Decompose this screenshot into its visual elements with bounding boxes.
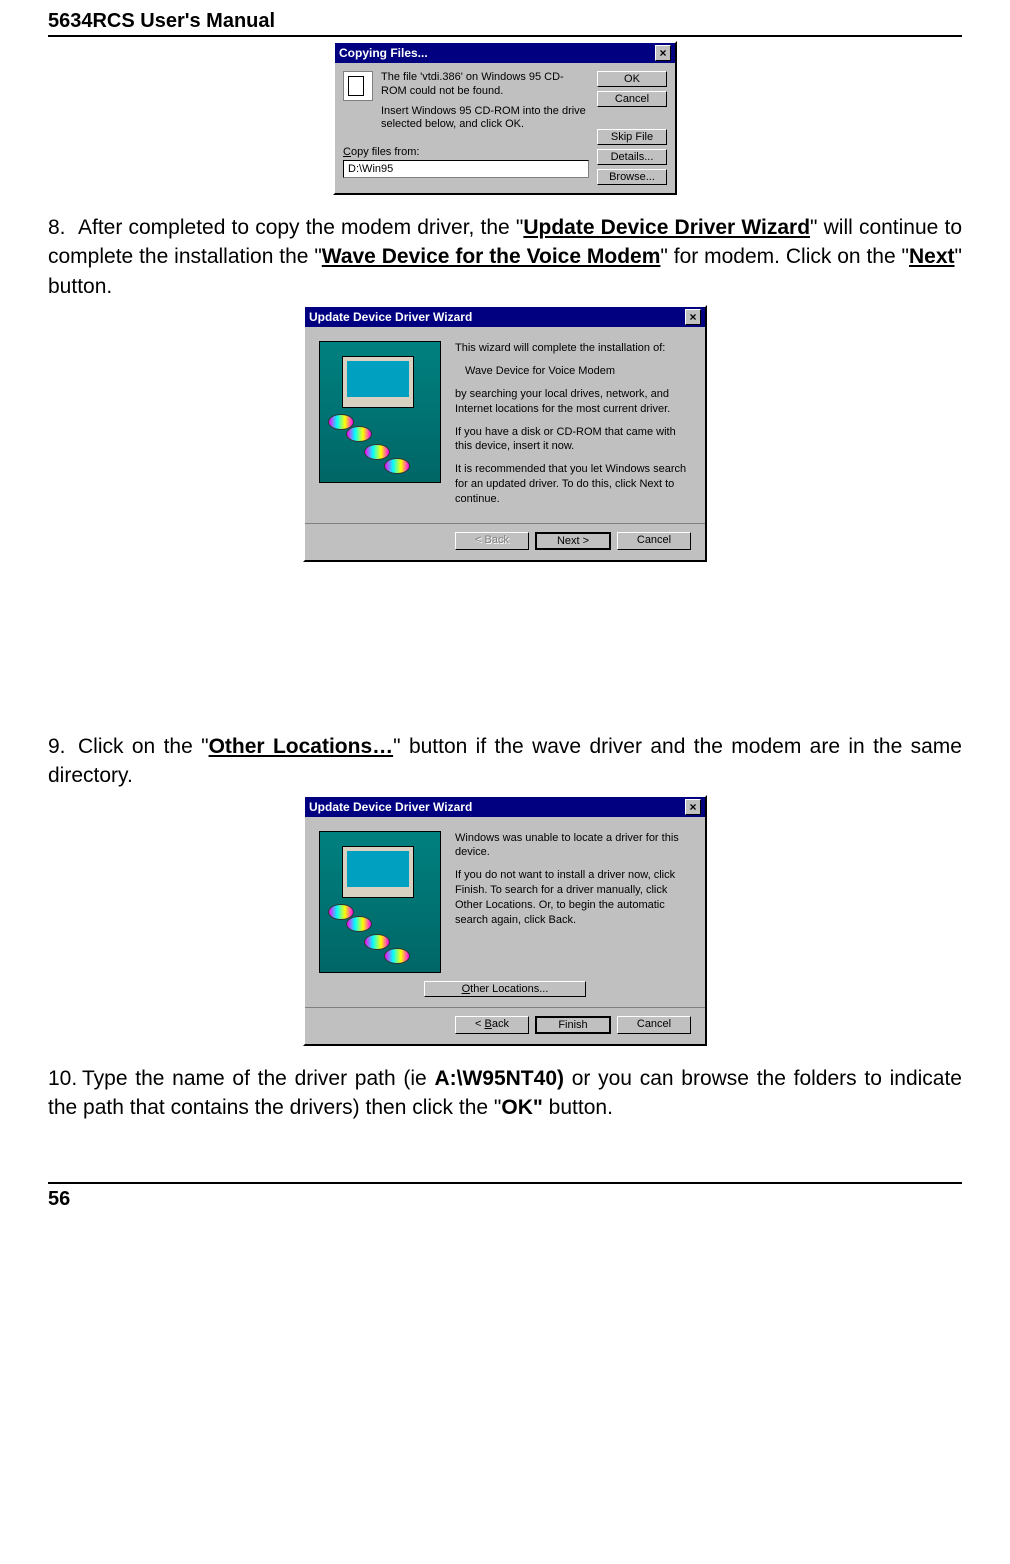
step10-c: button. bbox=[543, 1096, 613, 1119]
step9-bold1: Other Locations… bbox=[209, 735, 394, 758]
details-button[interactable]: Details... bbox=[597, 149, 667, 165]
back-button: < Back bbox=[455, 532, 529, 550]
cancel-button[interactable]: Cancel bbox=[597, 91, 667, 107]
step10-bold1: A:\W95NT40) bbox=[434, 1067, 564, 1090]
ok-button[interactable]: OK bbox=[597, 71, 667, 87]
step-10-number: 10. bbox=[48, 1064, 82, 1093]
dlg2-p2: Wave Device for Voice Modem bbox=[465, 364, 691, 379]
step8-a: After completed to copy the modem driver… bbox=[78, 216, 523, 239]
page-footer: 56 bbox=[48, 1182, 962, 1211]
dlg2-p5: It is recommended that you let Windows s… bbox=[455, 462, 691, 507]
wizard-art-icon bbox=[319, 831, 441, 973]
finish-button[interactable]: Finish bbox=[535, 1016, 611, 1034]
other-locations-button[interactable]: Other Locations... bbox=[424, 981, 586, 997]
page-number: 56 bbox=[48, 1188, 70, 1210]
dialog3-body-text: Windows was unable to locate a driver fo… bbox=[455, 831, 691, 973]
step8-bold2: Wave Device for the Voice Modem bbox=[322, 245, 661, 268]
dialog1-titlebar: Copying Files... × bbox=[335, 43, 675, 63]
dialog2-title: Update Device Driver Wizard bbox=[309, 310, 472, 324]
step-9-number: 9. bbox=[48, 732, 78, 761]
step8-bold1: Update Device Driver Wizard bbox=[523, 216, 810, 239]
cancel-button[interactable]: Cancel bbox=[617, 532, 691, 550]
dlg3-p1: Windows was unable to locate a driver fo… bbox=[455, 831, 691, 861]
dialog2-body-text: This wizard will complete the installati… bbox=[455, 341, 691, 515]
dlg2-p4: If you have a disk or CD-ROM that came w… bbox=[455, 425, 691, 455]
dialog2-titlebar: Update Device Driver Wizard × bbox=[305, 307, 705, 327]
dialog1-msg-line2: Insert Windows 95 CD-ROM into the drive … bbox=[381, 105, 589, 133]
browse-button[interactable]: Browse... bbox=[597, 169, 667, 185]
file-copy-icon bbox=[343, 71, 373, 101]
skip-file-button[interactable]: Skip File bbox=[597, 129, 667, 145]
close-icon[interactable]: × bbox=[655, 45, 671, 61]
step8-c: " for modem. Click on the " bbox=[660, 245, 909, 268]
step-8-number: 8. bbox=[48, 213, 78, 242]
dialog-wizard-1: Update Device Driver Wizard × This wizar… bbox=[303, 305, 707, 562]
copy-from-label: Copy files from: bbox=[343, 146, 589, 158]
step8-bold3: Next bbox=[909, 245, 955, 268]
step9-a: Click on the " bbox=[78, 735, 209, 758]
dialog3-title: Update Device Driver Wizard bbox=[309, 800, 472, 814]
dialog1-message: The file 'vtdi.386' on Windows 95 CD-ROM… bbox=[381, 71, 589, 132]
back-button[interactable]: < Back bbox=[455, 1016, 529, 1034]
next-button[interactable]: Next > bbox=[535, 532, 611, 550]
step10-a: Type the name of the driver path (ie bbox=[82, 1067, 434, 1090]
copy-from-input[interactable]: D:\Win95 bbox=[343, 160, 589, 178]
step-9-text: 9.Click on the "Other Locations…" button… bbox=[48, 732, 962, 791]
wizard-art-icon bbox=[319, 341, 441, 483]
step-10-text: 10.Type the name of the driver path (ie … bbox=[48, 1064, 962, 1123]
step-8-text: 8.After completed to copy the modem driv… bbox=[48, 213, 962, 301]
page-header-title: 5634RCS User's Manual bbox=[48, 10, 275, 33]
dialog1-msg-line1: The file 'vtdi.386' on Windows 95 CD-ROM… bbox=[381, 71, 589, 99]
dialog-copying-files: Copying Files... × The file 'vtdi.386' o… bbox=[333, 41, 677, 195]
dialog-wizard-2: Update Device Driver Wizard × Windows wa… bbox=[303, 795, 707, 1046]
dlg2-p3: by searching your local drives, network,… bbox=[455, 387, 691, 417]
dlg2-p1: This wizard will complete the installati… bbox=[455, 341, 691, 356]
step10-bold2: OK" bbox=[501, 1096, 542, 1119]
close-icon[interactable]: × bbox=[685, 309, 701, 325]
dialog1-title: Copying Files... bbox=[339, 46, 428, 60]
cancel-button[interactable]: Cancel bbox=[617, 1016, 691, 1034]
dlg3-p2: If you do not want to install a driver n… bbox=[455, 868, 691, 927]
close-icon[interactable]: × bbox=[685, 799, 701, 815]
dialog3-titlebar: Update Device Driver Wizard × bbox=[305, 797, 705, 817]
